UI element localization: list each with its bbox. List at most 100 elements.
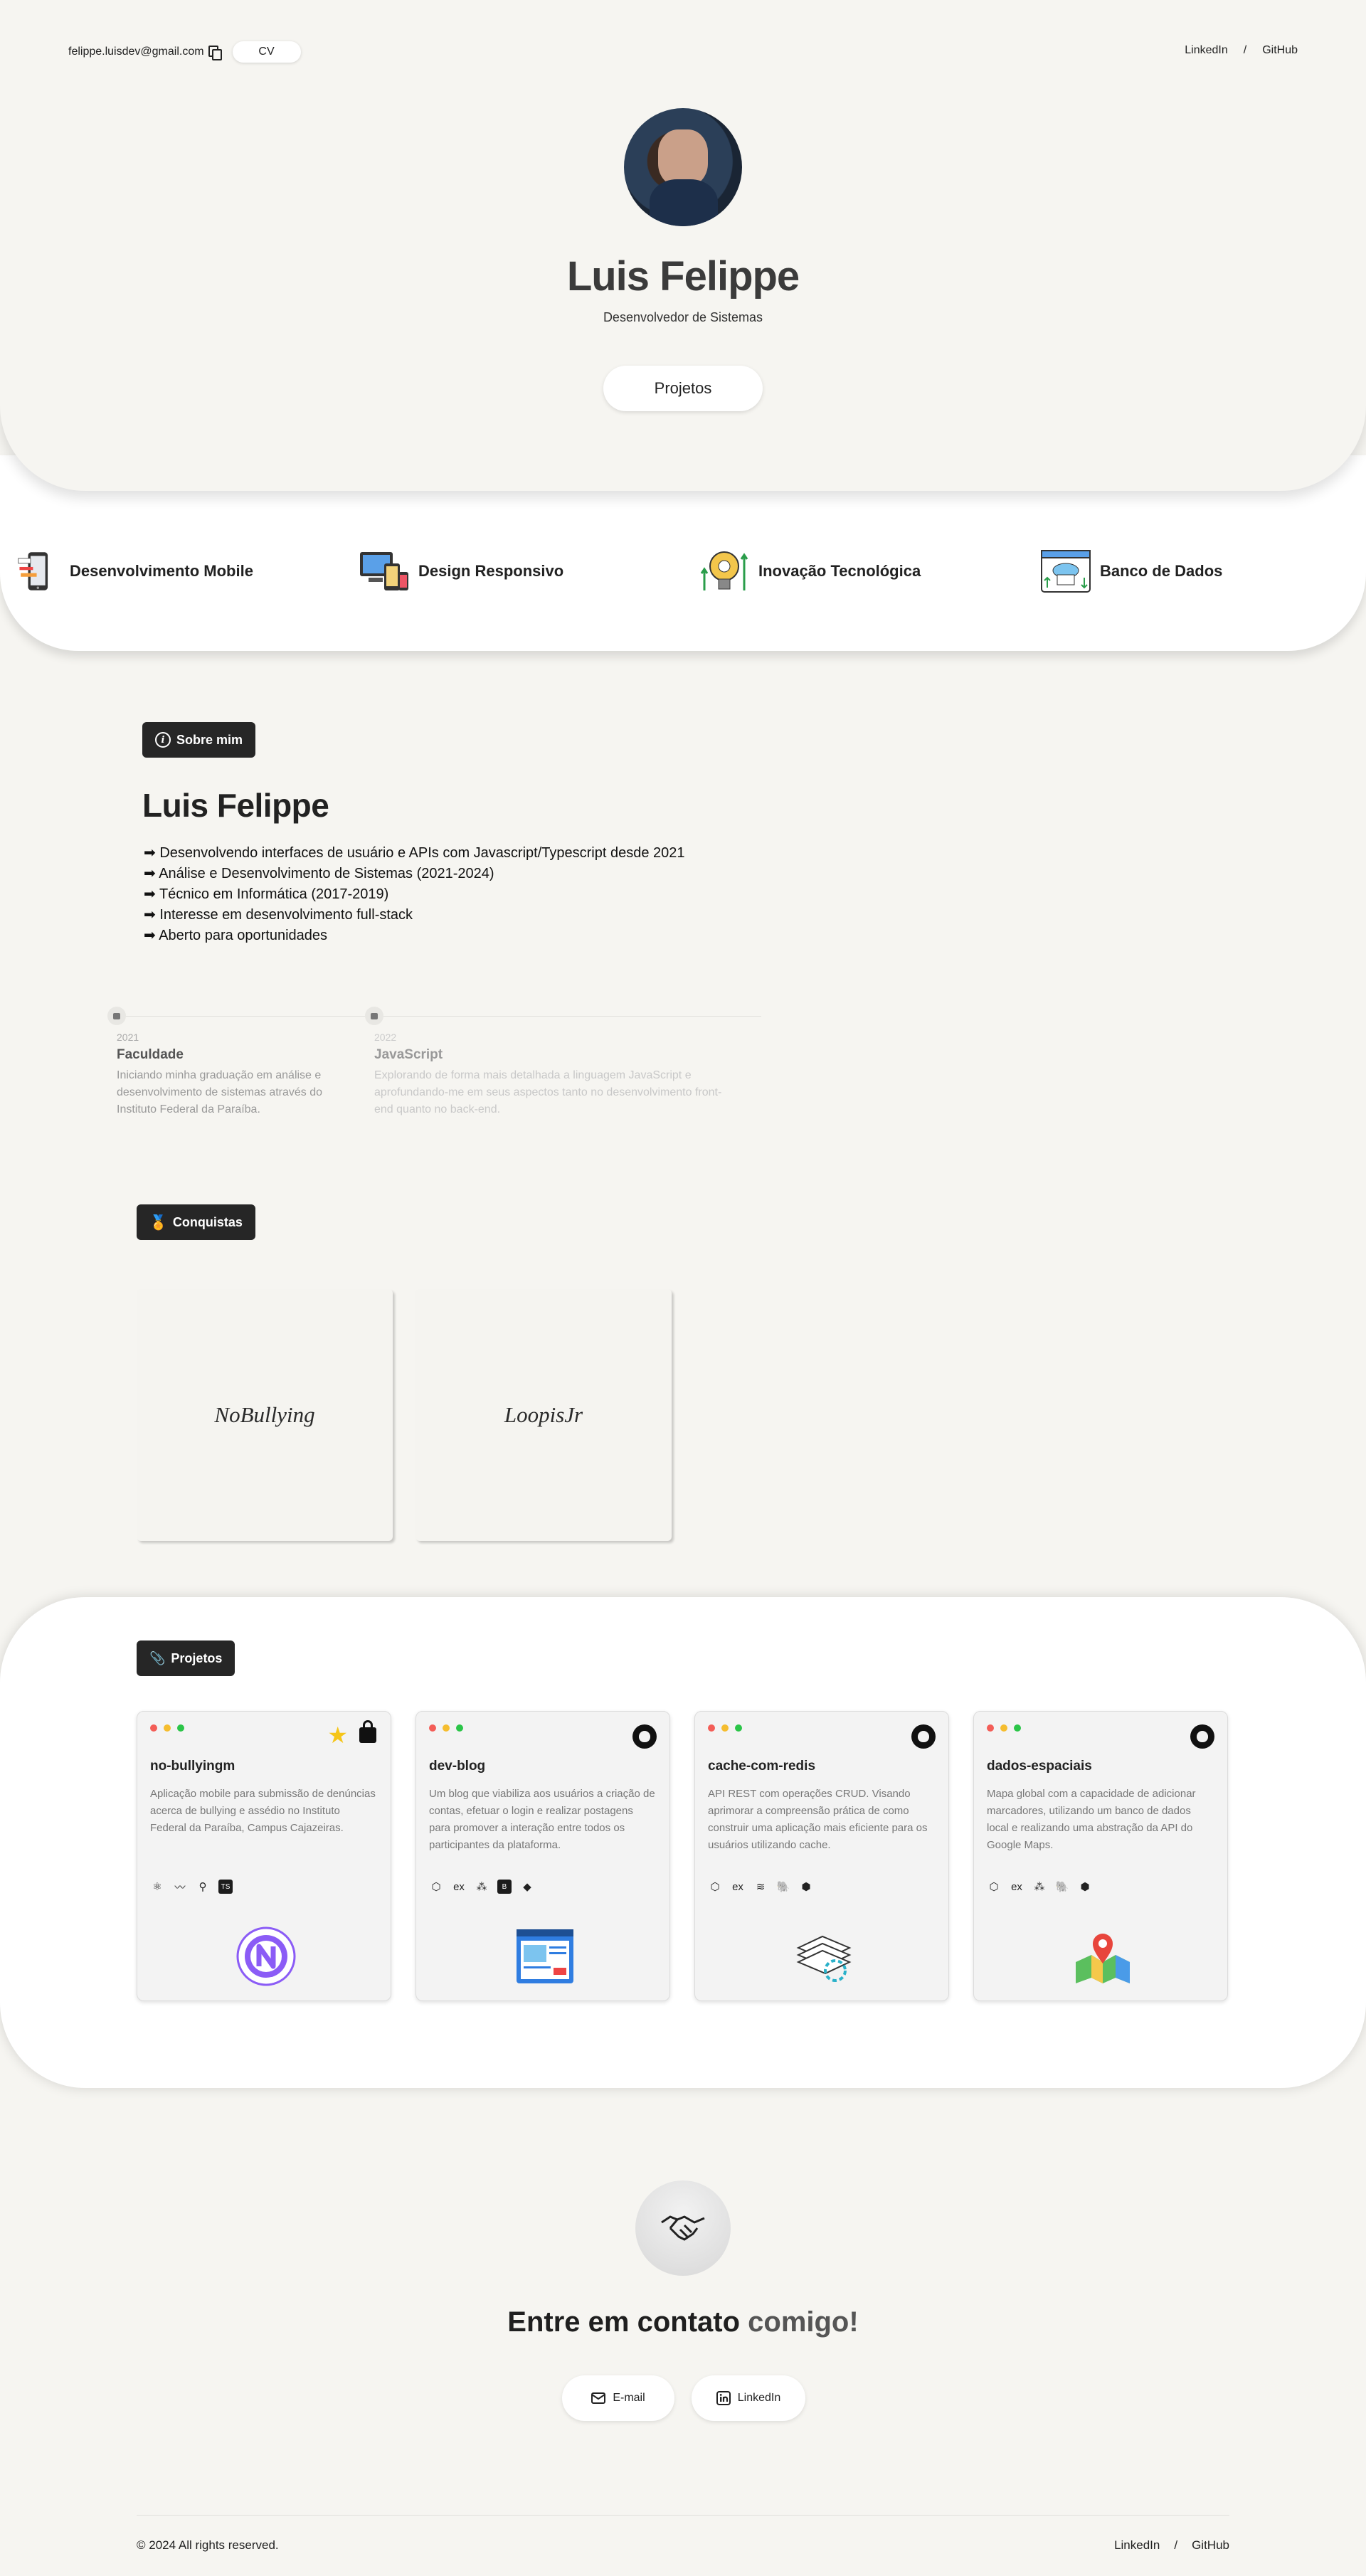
linkedin-button-label: LinkedIn [737, 2392, 781, 2404]
project-title: no-bullyingm [150, 1759, 235, 1774]
nodejs-icon: ⬡ [989, 1881, 999, 1893]
window-dots [708, 1724, 742, 1732]
nodejs-icon: ⬡ [431, 1881, 441, 1893]
bootstrap-icon: B [497, 1880, 512, 1894]
hero-name: Luis Felippe [566, 253, 800, 300]
timeline-year: 2021 [117, 1032, 139, 1043]
list-item: ➡ Desenvolvendo interfaces de usuário e … [144, 845, 685, 861]
about-badge: i Sobre mim [142, 722, 256, 758]
github-icon[interactable] [632, 1724, 657, 1749]
about-name: Luis Felippe [142, 787, 329, 824]
mongodb-icon: ◆ [523, 1881, 531, 1893]
hero-section: felippe.luisdev@gmail.com CV LinkedIn / … [0, 0, 1366, 491]
blog-illustration-icon [517, 1929, 573, 1983]
skill-responsive-design: Design Responsivo [359, 548, 563, 595]
linkedin-button[interactable]: LinkedIn [692, 2375, 805, 2421]
calendar-icon [107, 1007, 126, 1025]
list-item: ➡ Análise e Desenvolvimento de Sistemas … [144, 866, 494, 881]
timeline-title: JavaScript [374, 1047, 443, 1062]
github-icon[interactable] [1190, 1724, 1214, 1749]
api-database-icon [1041, 550, 1091, 593]
project-card[interactable]: dados-espaciais Mapa global com a capaci… [973, 1711, 1228, 2001]
timeline-year: 2022 [374, 1032, 397, 1043]
copy-icon[interactable] [208, 46, 222, 60]
timeline-desc: Explorando de forma mais detalhada a lin… [374, 1069, 722, 1115]
list-item: ➡ Interesse em desenvolvimento full-stac… [144, 907, 413, 923]
footer-divider [137, 2515, 1229, 2516]
email-button-label: E-mail [613, 2392, 645, 2404]
contact-title-muted: comigo! [748, 2306, 859, 2338]
nodejs-icon: ⬡ [710, 1881, 720, 1893]
express-icon: ex [732, 1880, 743, 1893]
projects-section: 📎 Projetos ★ no-bullyingm Aplicação mobi… [0, 1597, 1366, 2088]
sequelize-icon: ⬢ [1080, 1881, 1090, 1893]
express-icon: ex [453, 1880, 465, 1893]
list-item: ➡ Aberto para oportunidades [144, 928, 328, 943]
footer-linkedin-link[interactable]: LinkedIn [1114, 2538, 1160, 2553]
skill-tech-innovation: Inovação Tecnológica [699, 548, 921, 595]
project-desc: Aplicação mobile para submissão de denún… [150, 1788, 376, 1834]
skill-label: Design Responsivo [418, 562, 564, 580]
skill-label: Inovação Tecnológica [758, 562, 921, 580]
linkedin-icon [716, 2391, 731, 2405]
window-dots [150, 1724, 184, 1732]
contact-title: Entre em contato comigo! [0, 2306, 1366, 2338]
about-list: ➡ Desenvolvendo interfaces de usuário e … [144, 843, 685, 946]
star-icon: ★ [327, 1722, 348, 1748]
contact-topbar: felippe.luisdev@gmail.com CV [68, 41, 301, 63]
profile-avatar [624, 108, 742, 226]
projects-badge: 📎 Projetos [137, 1641, 235, 1676]
project-title: dev-blog [429, 1759, 486, 1774]
projects-badge-label: Projetos [171, 1650, 223, 1665]
achievement-card[interactable]: NoBullying [137, 1289, 393, 1541]
projects-button[interactable]: Projetos [603, 366, 763, 411]
project-desc: Mapa global com a capacidade de adiciona… [987, 1788, 1196, 1851]
email-button[interactable]: E-mail [562, 2375, 674, 2421]
express-icon: ex [1011, 1880, 1022, 1893]
email-text: felippe.luisdev@gmail.com [68, 46, 204, 58]
contact-title-main: Entre em contato [507, 2306, 741, 2338]
project-desc: Um blog que viabiliza aos usuários a cri… [429, 1788, 655, 1851]
project-title: cache-com-redis [708, 1759, 816, 1774]
handshake-badge [635, 2180, 731, 2276]
email-copy[interactable]: felippe.luisdev@gmail.com [68, 46, 222, 60]
footer-separator: / [1174, 2538, 1178, 2552]
typescript-icon: TS [218, 1880, 233, 1894]
cv-button[interactable]: CV [232, 41, 301, 63]
mail-icon [591, 2392, 606, 2404]
timeline-desc: Iniciando minha graduação em análise e d… [117, 1069, 323, 1115]
timeline-item: 2022 JavaScript Explorando de forma mais… [374, 1032, 730, 1118]
top-nav: LinkedIn / GitHub [1185, 44, 1298, 57]
calendar-icon [365, 1007, 383, 1025]
handlebars-icon: ⁂ [476, 1881, 487, 1893]
hero-role: Desenvolvedor de Sistemas [603, 310, 763, 324]
innovation-icon [700, 551, 748, 590]
achievements-badge-label: Conquistas [172, 1214, 243, 1229]
nav-github-link[interactable]: GitHub [1262, 44, 1298, 57]
lock-shackle [363, 1720, 373, 1730]
tech-stack: ⬡ ex ⁂ B ◆ [429, 1880, 534, 1894]
mobile-dev-icon [18, 552, 48, 590]
handshake-icon [661, 2215, 705, 2241]
timeline-title: Faculdade [117, 1047, 184, 1062]
nav-linkedin-link[interactable]: LinkedIn [1185, 44, 1228, 57]
tech-stack: ⬡ ex ≋ 🐘 ⬢ [708, 1880, 813, 1894]
postgresql-icon: 🐘 [776, 1881, 790, 1893]
expo-icon: ⚲ [198, 1881, 207, 1893]
github-icon[interactable] [911, 1724, 936, 1749]
footer-nav: LinkedIn / GitHub [1114, 2538, 1229, 2553]
responsive-design-icon [360, 552, 408, 590]
tech-stack: ⚛ 〰 ⚲ TS [150, 1880, 233, 1894]
project-card[interactable]: dev-blog Um blog que viabiliza aos usuár… [415, 1711, 670, 2001]
postgresql-icon: 🐘 [1055, 1881, 1069, 1893]
timeline-item: 2021 Faculdade Iniciando minha graduação… [117, 1032, 359, 1118]
skill-database: Banco de Dados [1040, 548, 1222, 595]
footer-github-link[interactable]: GitHub [1192, 2538, 1229, 2553]
project-card[interactable]: ★ no-bullyingm Aplicação mobile para sub… [137, 1711, 391, 2001]
cache-illustration-icon [796, 1935, 852, 1982]
project-card[interactable]: cache-com-redis API REST com operações C… [694, 1711, 949, 2001]
handlebars-icon: ⁂ [1034, 1881, 1045, 1893]
achievement-card[interactable]: LoopisJr [415, 1289, 672, 1541]
tech-stack: ⬡ ex ⁂ 🐘 ⬢ [987, 1880, 1092, 1894]
nobullying-logo-icon [236, 1926, 296, 1986]
